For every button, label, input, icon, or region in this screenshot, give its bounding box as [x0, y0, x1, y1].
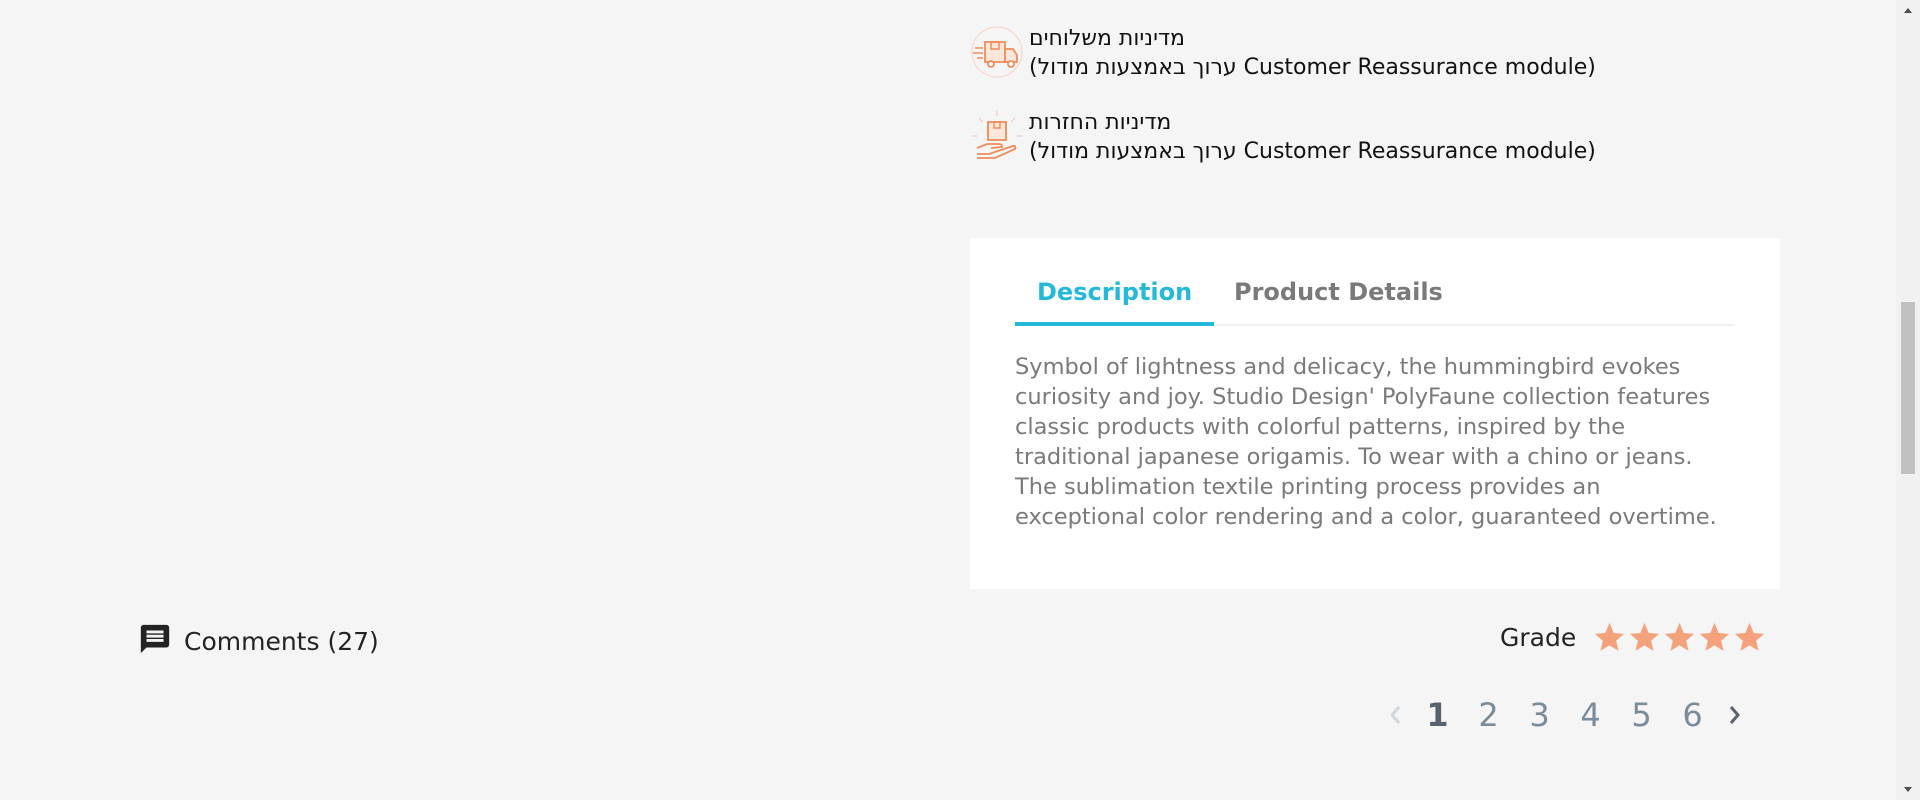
chevron-right-icon[interactable]: [1718, 698, 1752, 732]
returns-box-hand-icon: [969, 108, 1025, 164]
comment-icon: [138, 622, 172, 660]
star-icon[interactable]: [1732, 620, 1767, 655]
tab-description[interactable]: Description: [1015, 270, 1215, 326]
page-link-5[interactable]: 5: [1616, 696, 1667, 734]
reassurance-description: (ערוך באמצעות מודול Customer Reassurance…: [1029, 55, 1596, 80]
reassurance-title: מדיניות החזרות: [1029, 110, 1172, 135]
page-link-1[interactable]: 1: [1412, 696, 1463, 734]
reassurance-item-returns: מדיניות החזרות (ערוך באמצעות מודול Custo…: [969, 108, 1596, 166]
star-icon[interactable]: [1662, 620, 1697, 655]
scroll-down-arrow-icon[interactable]: [1902, 784, 1914, 796]
star-rating[interactable]: [1592, 620, 1767, 655]
reassurance-title: מדיניות משלוחים: [1029, 26, 1185, 51]
star-icon[interactable]: [1697, 620, 1732, 655]
grade-label: Grade: [1500, 623, 1577, 652]
vertical-scrollbar[interactable]: [1896, 0, 1920, 800]
chevron-left-icon[interactable]: [1378, 698, 1412, 732]
product-description: Symbol of lightness and delicacy, the hu…: [1015, 354, 1717, 530]
page-link-4[interactable]: 4: [1565, 696, 1616, 734]
scroll-up-arrow-icon[interactable]: [1902, 4, 1914, 16]
pagination: 1 2 3 4 5 6: [1378, 696, 1752, 734]
star-icon[interactable]: [1592, 620, 1627, 655]
grade-rating: Grade: [1500, 620, 1767, 655]
reassurance-item-shipping: מדיניות משלוחים (ערוך באמצעות מודול Cust…: [969, 24, 1596, 82]
comments-label: Comments (27): [184, 626, 379, 656]
scrollbar-thumb[interactable]: [1901, 302, 1915, 474]
comments-link[interactable]: Comments (27): [138, 622, 379, 660]
tab-product-details[interactable]: Product Details: [1212, 270, 1465, 322]
page-link-2[interactable]: 2: [1463, 696, 1514, 734]
reassurance-description: (ערוך באמצעות מודול Customer Reassurance…: [1029, 139, 1596, 164]
tab-bar: Description Product Details: [1015, 238, 1735, 326]
product-tabs-card: Description Product Details Symbol of li…: [970, 238, 1780, 589]
page-link-3[interactable]: 3: [1514, 696, 1565, 734]
star-icon[interactable]: [1627, 620, 1662, 655]
delivery-truck-icon: [969, 24, 1025, 80]
page-link-6[interactable]: 6: [1667, 696, 1718, 734]
